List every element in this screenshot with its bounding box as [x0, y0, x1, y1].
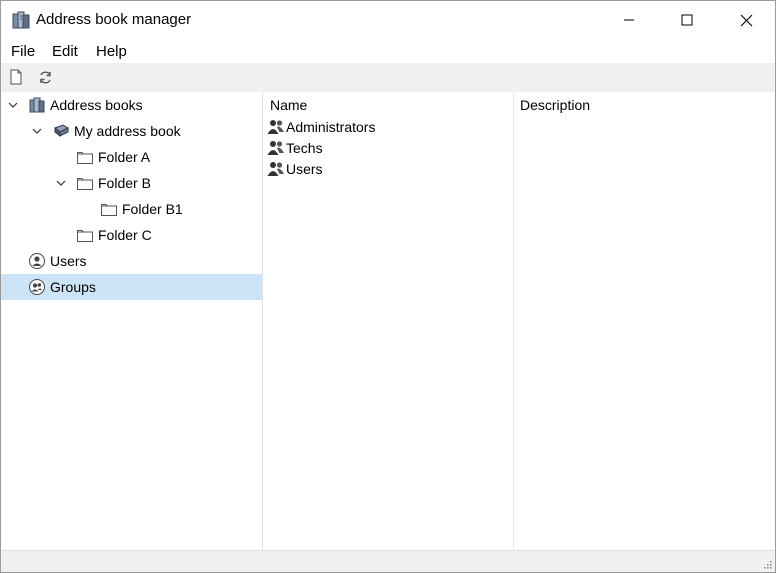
group-icon [267, 120, 284, 134]
menu-file[interactable]: File [11, 43, 35, 60]
group-icon [29, 279, 45, 295]
chevron-down-icon[interactable] [31, 125, 43, 137]
new-document-button[interactable] [7, 68, 25, 86]
tree-item-label: Folder B [98, 175, 151, 191]
tree-item-folder-c[interactable]: Folder C [1, 222, 262, 248]
close-button[interactable] [717, 1, 775, 39]
menu-bar: File Edit Help [1, 39, 775, 63]
tree-item-folder-a[interactable]: Folder A [1, 144, 262, 170]
list-item-name: Users [286, 161, 323, 177]
folder-icon [101, 204, 117, 216]
group-icon [267, 162, 284, 176]
column-header-description[interactable]: Description [520, 92, 590, 116]
tree-item-label: My address book [74, 123, 181, 139]
tree-item-label: Groups [50, 279, 96, 295]
tree-item-address-books[interactable]: Address books [1, 92, 262, 118]
tree-item-label: Folder B1 [122, 201, 183, 217]
resize-grip-icon[interactable] [762, 559, 772, 569]
list-item[interactable]: Techs [267, 137, 507, 158]
chevron-down-icon[interactable] [7, 99, 19, 111]
folder-icon [77, 230, 93, 242]
window-title: Address book manager [36, 11, 192, 28]
folder-icon [77, 152, 93, 164]
folder-icon [77, 178, 93, 190]
user-icon [29, 253, 45, 269]
tree-item-label: Users [50, 253, 87, 269]
maximize-icon [681, 14, 693, 26]
group-icon [267, 141, 284, 155]
status-bar [1, 550, 775, 572]
address-books-icon [29, 97, 45, 113]
close-icon [740, 14, 752, 26]
list-item[interactable]: Administrators [267, 116, 507, 137]
refresh-icon [39, 71, 51, 83]
app-window: Address book manager File Edit Help Addr… [0, 0, 776, 573]
menu-edit[interactable]: Edit [52, 43, 78, 60]
column-header-name[interactable]: Name [270, 92, 307, 116]
address-book-icon [54, 124, 70, 138]
tree-item-users[interactable]: Users [1, 248, 262, 274]
minimize-button[interactable] [600, 1, 658, 39]
tree-item-folder-b[interactable]: Folder B [1, 170, 262, 196]
tree-item-label: Address books [50, 97, 143, 113]
minimize-icon [624, 19, 634, 21]
list-item[interactable]: Users [267, 158, 507, 179]
menu-help[interactable]: Help [96, 43, 127, 60]
column-divider[interactable] [513, 92, 514, 550]
list-item-name: Techs [286, 140, 323, 156]
toolbar [1, 63, 775, 92]
maximize-button[interactable] [658, 1, 716, 39]
refresh-button[interactable] [36, 68, 54, 86]
tree-item-folder-b1[interactable]: Folder B1 [1, 196, 262, 222]
address-books-icon [12, 11, 30, 29]
chevron-down-icon[interactable] [55, 177, 67, 189]
new-document-icon [10, 69, 22, 85]
tree-item-groups[interactable]: Groups [1, 274, 262, 300]
tree-item-my-address-book[interactable]: My address book [1, 118, 262, 144]
tree-item-label: Folder C [98, 227, 152, 243]
tree-pane: Address books My address book Folder A F… [1, 92, 263, 550]
list-item-name: Administrators [286, 119, 376, 135]
title-bar[interactable]: Address book manager [1, 1, 775, 39]
tree-item-label: Folder A [98, 149, 151, 165]
list-pane: Name Description Administrators Techs Us… [263, 92, 775, 550]
